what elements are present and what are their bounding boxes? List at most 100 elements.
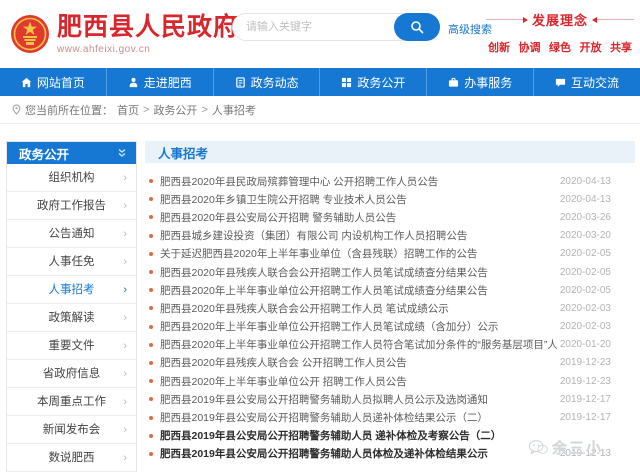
news-link[interactable]: 肥西县2019年县公安局公开招聘警务辅助人员递补体检结果公示（二） <box>160 410 557 425</box>
main-content: 人事招考 肥西县2020年县民政局殡葬管理中心 公开招聘工作人员公告2020-0… <box>145 141 635 463</box>
nav-item-interaction[interactable]: 互动交流 <box>534 68 640 96</box>
news-link[interactable]: 肥西县2020年乡镇卫生院公开招聘 专业技术人员公告 <box>160 192 557 207</box>
bullet-dot-icon <box>149 434 153 438</box>
sidebar-header[interactable]: 政务公开 <box>7 142 136 164</box>
news-date: 2020-02-05 <box>557 285 635 296</box>
chevron-right-icon: › <box>123 416 127 444</box>
chat-icon <box>555 77 566 88</box>
page-title: 人事招考 <box>158 143 208 162</box>
sidebar-item-orgs[interactable]: 组织机构 › <box>7 164 136 192</box>
sidebar-item-data-feixi[interactable]: 数说肥西› <box>7 444 136 472</box>
news-link[interactable]: 肥西县2020年县公安局公开招聘 警务辅助人员公告 <box>160 210 557 225</box>
grid-icon <box>341 77 352 88</box>
slogan-block: 发展理念 创新 协调 绿色 开放 共享 <box>486 10 634 55</box>
sidebar-item-label: 政策解读 <box>49 312 95 324</box>
search-input[interactable] <box>246 15 386 39</box>
list-item: 肥西县2020年乡镇卫生院公开招聘 专业技术人员公告2020-04-13 <box>147 190 635 208</box>
news-link[interactable]: 肥西县2020年上半年事业单位公开招聘工作人员符合笔试加分条件的“服务基层项目”… <box>160 337 557 352</box>
news-link[interactable]: 肥西县2020年县残疾人联合会公开招聘工作人员笔试成绩查分结果公告 <box>160 265 557 280</box>
news-date: 2019-12-17 <box>557 412 635 423</box>
chevron-right-icon: › <box>123 164 127 192</box>
news-date: 2019-12-23 <box>557 376 635 387</box>
sidebar-item-notices[interactable]: 公告通知› <box>7 220 136 248</box>
sidebar-item-label: 新闻发布会 <box>43 424 101 436</box>
sidebar-item-weekly-focus[interactable]: 本周重点工作› <box>7 388 136 416</box>
site-logo[interactable]: 肥西县人民政府 www.ahfeixi.gov.cn <box>10 12 239 55</box>
document-icon <box>235 77 246 88</box>
chevron-right-icon: › <box>123 276 127 304</box>
news-link[interactable]: 肥西县2020年上半年事业单位公开 招聘工作人员公告 <box>160 374 557 389</box>
section-titlebar: 人事招考 <box>145 141 635 163</box>
breadcrumb-link-section[interactable]: 政务公开 <box>153 102 197 118</box>
bullet-dot-icon <box>149 234 153 238</box>
news-link[interactable]: 关于延迟肥西县2020年上半年事业单位（含县残联）招聘工作的公告 <box>160 246 557 261</box>
slogan-tag: 协调 <box>519 39 541 55</box>
chevron-right-icon: › <box>123 444 127 472</box>
sidebar-item-label: 本周重点工作 <box>37 396 106 408</box>
breadcrumb-current: 人事招考 <box>212 102 256 118</box>
nav-item-home[interactable]: 网站首页 <box>0 68 107 96</box>
sidebar-item-documents[interactable]: 重要文件› <box>7 332 136 360</box>
nav-item-label: 走进肥西 <box>144 74 192 91</box>
sidebar-item-press[interactable]: 新闻发布会 › <box>7 416 136 444</box>
location-pin-icon <box>12 104 21 115</box>
bullet-dot-icon <box>149 416 153 420</box>
bullet-dot-icon <box>149 361 153 365</box>
national-emblem-icon <box>10 14 50 54</box>
sidebar-menu: 政务公开 组织机构 › 政府工作报告 › 公告通知› 人事任免› 人事招考 › 政策解… <box>6 141 137 472</box>
search-button[interactable] <box>394 13 440 41</box>
list-item: 肥西县城乡建设投资（集团）有限公司 内设机构工作人员招聘公告2020-03-20 <box>147 227 635 245</box>
bullet-dot-icon <box>149 270 153 274</box>
list-item: 肥西县2020年上半年事业单位公开招聘工作人员符合笔试加分条件的“服务基层项目”… <box>147 336 635 354</box>
list-item: 肥西县2020年县残疾人联合会 公开招聘工作人员公告2019-12-23 <box>147 354 635 372</box>
chevron-right-icon: › <box>123 192 127 220</box>
list-item: 肥西县2020年县公安局公开招聘 警务辅助人员公告2020-03-26 <box>147 208 635 226</box>
news-date: 2019-12-17 <box>557 394 635 405</box>
sidebar-item-label: 人事招考 <box>49 284 95 296</box>
breadcrumb-separator: > <box>143 104 149 116</box>
news-link[interactable]: 肥西县2020年县残疾人联合会公开招聘工作人员 笔试成绩公示 <box>160 301 557 316</box>
nav-item-label: 办事服务 <box>464 74 512 91</box>
breadcrumb-prefix: 您当前所在位置： <box>25 102 113 118</box>
list-item: 肥西县2020年上半年事业单位公开 招聘工作人员公告2019-12-23 <box>147 372 635 390</box>
news-link[interactable]: 肥西县2019年县公安局公开招聘警务辅助人员 递补体检及考察公告（二） <box>160 428 557 443</box>
news-date: 2020-02-05 <box>557 248 635 259</box>
news-link[interactable]: 肥西县2019年县公安局公开招聘警务辅助人员体检及递补体检结果公示 <box>160 446 557 461</box>
sidebar-item-label: 组织机构 <box>49 172 95 184</box>
nav-item-about[interactable]: 走进肥西 <box>107 68 214 96</box>
nav-item-news[interactable]: 政务动态 <box>214 68 321 96</box>
sidebar-item-label: 重要文件 <box>49 340 95 352</box>
bullet-dot-icon <box>149 452 153 456</box>
list-item: 肥西县2019年县公安局公开招聘警务辅助人员 递补体检及考察公告（二） <box>147 427 635 445</box>
breadcrumb-link-home[interactable]: 首页 <box>117 102 139 118</box>
slogan-line-right <box>597 19 634 20</box>
news-link[interactable]: 肥西县2020年上半年事业单位公开招聘工作人员笔试成绩（含加分）公示 <box>160 319 557 334</box>
slogan-line-left <box>486 19 523 20</box>
sidebar-item-appointments[interactable]: 人事任免› <box>7 248 136 276</box>
news-date: 2020-04-13 <box>557 194 635 205</box>
sidebar-item-label: 政府工作报告 <box>37 200 106 212</box>
news-date: 2020-02-03 <box>557 321 635 332</box>
news-date: 2019-12-13 <box>557 448 635 459</box>
chevron-right-icon: › <box>123 304 127 332</box>
news-link[interactable]: 肥西县2019年县公安局公开招聘警务辅助人员拟聘人员公示及选岗通知 <box>160 392 557 407</box>
bullet-dot-icon <box>149 252 153 256</box>
nav-item-disclosure[interactable]: 政务公开 <box>320 68 427 96</box>
bullet-dot-icon <box>149 197 153 201</box>
search-box <box>232 13 440 41</box>
news-link[interactable]: 肥西县2020年上半年事业单位公开招聘工作人员笔试成绩查分结果公告 <box>160 283 557 298</box>
list-item: 肥西县2020年上半年事业单位公开招聘工作人员笔试成绩查分结果公告2020-02… <box>147 281 635 299</box>
breadcrumb: 您当前所在位置： 首页 > 政务公开 > 人事招考 <box>0 96 640 124</box>
list-item: 肥西县2019年县公安局公开招聘警务辅助人员递补体检结果公示（二）2019-12… <box>147 408 635 426</box>
sidebar-item-province-info[interactable]: 省政府信息› <box>7 360 136 388</box>
news-link[interactable]: 肥西县2020年县民政局殡葬管理中心 公开招聘工作人员公告 <box>160 174 557 189</box>
sidebar-item-gov-report[interactable]: 政府工作报告 › <box>7 192 136 220</box>
news-link[interactable]: 肥西县城乡建设投资（集团）有限公司 内设机构工作人员招聘公告 <box>160 228 557 243</box>
news-list: 肥西县2020年县民政局殡葬管理中心 公开招聘工作人员公告2020-04-13 … <box>145 163 635 463</box>
sidebar-item-policy[interactable]: 政策解读 › <box>7 304 136 332</box>
news-link[interactable]: 肥西县2020年县残疾人联合会 公开招聘工作人员公告 <box>160 355 557 370</box>
sidebar-item-recruitment[interactable]: 人事招考 › <box>7 276 136 304</box>
nav-item-services[interactable]: 办事服务 <box>427 68 534 96</box>
location-person-icon <box>128 77 139 88</box>
bullet-dot-icon <box>149 179 153 183</box>
